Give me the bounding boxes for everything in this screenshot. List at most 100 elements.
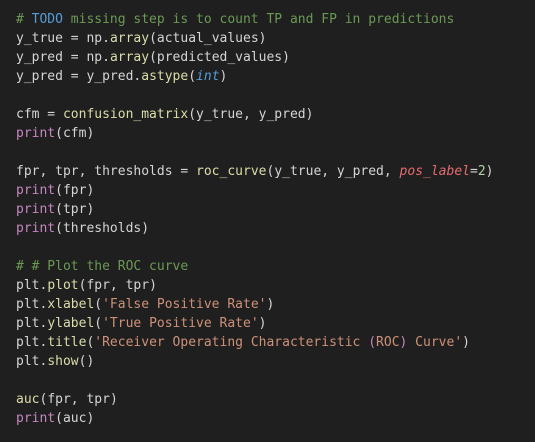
- code-line[interactable]: print(cfm): [16, 124, 535, 143]
- code-token: 'Receiver Operating Characteristic: [94, 335, 369, 350]
- code-line[interactable]: print(thresholds): [16, 219, 535, 238]
- code-token: pos_label: [399, 164, 470, 179]
- code-line[interactable]: [16, 238, 535, 257]
- code-token: 'False Positive Rate': [102, 297, 267, 312]
- code-token: thresholds: [62, 221, 142, 236]
- code-token: TODO: [31, 12, 63, 27]
- code-token: ): [141, 221, 150, 236]
- code-token: ): [86, 126, 95, 141]
- code-token: plot: [47, 278, 79, 293]
- code-token: print: [16, 221, 56, 236]
- code-line[interactable]: plt.xlabel('False Positive Rate'): [16, 295, 535, 314]
- code-line[interactable]: print(fpr): [16, 181, 535, 200]
- code-token: ): [149, 278, 157, 293]
- code-token: =: [172, 164, 197, 179]
- code-token: =: [470, 164, 478, 179]
- code-token: (: [55, 183, 63, 198]
- code-line[interactable]: print(tpr): [16, 200, 535, 219]
- code-token: ): [109, 392, 118, 407]
- code-token: ): [258, 316, 267, 331]
- code-token: cfm: [16, 107, 40, 122]
- code-line[interactable]: auc(fpr, tpr): [16, 390, 535, 409]
- code-token: tpr: [62, 202, 87, 217]
- code-token: plt.: [16, 297, 48, 312]
- code-token: =: [62, 31, 87, 46]
- code-token: ): [282, 50, 290, 65]
- code-token: (: [94, 297, 103, 312]
- code-token: Curve': [407, 335, 463, 350]
- code-token: (): [78, 354, 95, 369]
- code-line[interactable]: y_pred = np.array(predicted_values): [16, 48, 535, 67]
- code-token: confusion_matrix: [62, 107, 189, 122]
- code-token: y_true: [16, 31, 63, 46]
- code-token: title: [47, 335, 87, 350]
- code-line[interactable]: print(auc): [16, 409, 535, 428]
- code-token: ROC: [376, 335, 400, 350]
- code-token: plt.: [16, 335, 48, 350]
- code-token: ): [219, 69, 228, 84]
- code-token: y_pred: [16, 69, 63, 84]
- code-token: ): [485, 164, 494, 179]
- code-editor[interactable]: # TODO missing step is to count TP and F…: [0, 0, 535, 442]
- code-token: plt.: [16, 278, 48, 293]
- code-token: (: [149, 50, 157, 65]
- code-line[interactable]: fpr, tpr, thresholds = roc_curve(y_true,…: [16, 162, 535, 181]
- code-token: fpr: [62, 183, 87, 198]
- code-token: y_true, y_pred: [196, 107, 306, 122]
- code-line[interactable]: y_pred = y_pred.astype(int): [16, 67, 535, 86]
- code-token: (: [188, 69, 197, 84]
- code-line[interactable]: # # Plot the ROC curve: [16, 257, 535, 276]
- code-token: auc: [16, 392, 40, 407]
- code-line[interactable]: [16, 371, 535, 390]
- code-line[interactable]: cfm = confusion_matrix(y_true, y_pred): [16, 105, 535, 124]
- code-token: 'True Positive Rate': [102, 316, 259, 331]
- code-token: # # Plot the ROC curve: [16, 259, 189, 274]
- code-token: plt.: [16, 354, 48, 369]
- code-token: ylabel: [47, 316, 95, 331]
- code-token: roc_curve: [196, 164, 267, 179]
- code-token: =: [62, 69, 87, 84]
- code-line[interactable]: [16, 143, 535, 162]
- code-line[interactable]: y_true = np.array(actual_values): [16, 29, 535, 48]
- code-token: =: [62, 50, 87, 65]
- code-token: (: [94, 316, 103, 331]
- code-token: show: [47, 354, 79, 369]
- code-token: predicted_values: [156, 50, 283, 65]
- code-token: y_true, y_pred,: [274, 164, 400, 179]
- code-line[interactable]: plt.ylabel('True Positive Rate'): [16, 314, 535, 333]
- code-token: (: [55, 221, 63, 236]
- code-token: (: [368, 335, 377, 350]
- code-line[interactable]: # TODO missing step is to count TP and F…: [16, 10, 535, 29]
- code-token: auc: [62, 411, 87, 426]
- code-line[interactable]: plt.plot(fpr, tpr): [16, 276, 535, 295]
- code-token: print: [16, 411, 56, 426]
- code-token: (: [55, 411, 63, 426]
- code-token: plt.: [16, 316, 48, 331]
- code-token: print: [16, 202, 56, 217]
- code-token: ): [86, 202, 95, 217]
- code-token: fpr, tpr, thresholds: [16, 164, 173, 179]
- code-token: ): [86, 411, 95, 426]
- code-token: print: [16, 183, 56, 198]
- code-token: array: [109, 31, 150, 46]
- code-token: xlabel: [47, 297, 95, 312]
- code-line[interactable]: plt.title ('Receiver Operating Characteri…: [16, 333, 535, 352]
- code-line[interactable]: plt.show(): [16, 352, 535, 371]
- code-token: y_pred: [16, 50, 63, 65]
- code-token: astype: [141, 69, 189, 84]
- code-token: (: [149, 31, 157, 46]
- code-token: ): [305, 107, 314, 122]
- code-token: array: [109, 50, 150, 65]
- code-token: np.: [86, 31, 110, 46]
- code-token: (: [55, 126, 63, 141]
- code-token: fpr, tpr: [47, 392, 110, 407]
- code-token: =: [39, 107, 63, 122]
- code-token: missing step is to count TP and FP in pr…: [62, 12, 455, 27]
- code-token: ): [462, 335, 470, 350]
- code-token: cfm: [62, 126, 87, 141]
- code-token: y_pred.: [86, 69, 142, 84]
- code-token: fpr, tpr: [86, 278, 150, 293]
- code-token: np.: [86, 50, 110, 65]
- code-token: ): [258, 31, 267, 46]
- code-line[interactable]: [16, 86, 535, 105]
